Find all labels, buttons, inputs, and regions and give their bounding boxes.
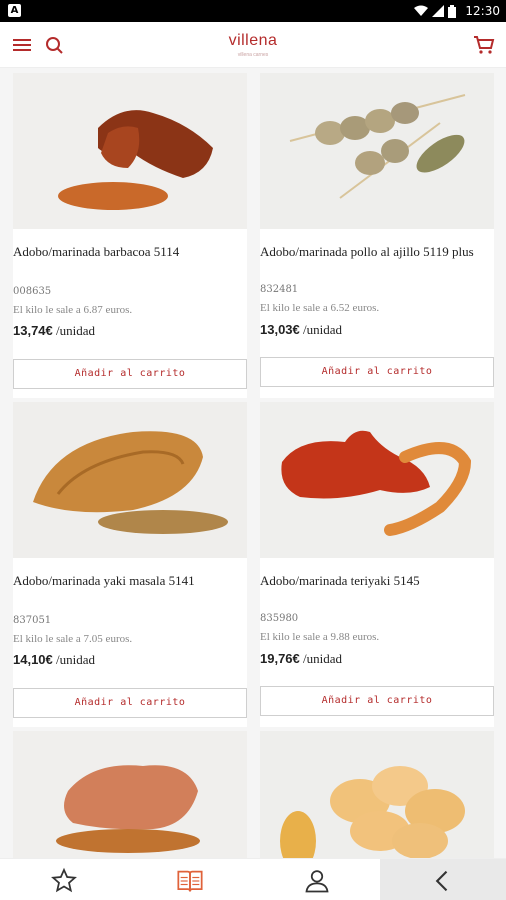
user-icon[interactable] <box>303 867 331 895</box>
price-value: 13,03€ <box>260 322 300 337</box>
signal-icon <box>432 5 444 17</box>
back-button[interactable] <box>380 859 506 900</box>
brand-logo[interactable]: villena <box>0 32 506 50</box>
product-image[interactable] <box>13 73 247 229</box>
price-unit: /unidad <box>303 651 343 666</box>
product-image[interactable] <box>260 402 494 558</box>
app-bar: villena villena carnes <box>0 22 506 68</box>
product-price: 19,76€ /unidad <box>260 651 342 667</box>
price-unit: /unidad <box>303 322 343 337</box>
product-grid: Adobo/marinada barbacoa 5114 008635 El k… <box>0 68 506 858</box>
price-per-kilo: El kilo le sale a 9.88 euros. <box>260 631 380 643</box>
system-icons <box>414 5 456 18</box>
wifi-icon <box>414 5 428 16</box>
price-value: 13,74€ <box>13 323 53 338</box>
notification-icon: A <box>8 4 21 17</box>
product-image[interactable] <box>13 731 247 858</box>
product-card[interactable]: Adobo/marinada yaki masala 5141 837051 E… <box>13 402 247 727</box>
star-icon[interactable] <box>50 867 78 895</box>
product-code: 832481 <box>260 284 299 295</box>
product-card[interactable]: Adobo/marinada pollo al ajillo 5119 plus… <box>260 73 494 398</box>
add-to-cart-button[interactable]: Añadir al carrito <box>260 357 494 387</box>
product-card[interactable]: Adobo/marinada barbacoa 5114 008635 El k… <box>13 73 247 398</box>
product-name[interactable]: Adobo/marinada teriyaki 5145 <box>260 572 490 589</box>
product-image[interactable] <box>13 402 247 558</box>
catalog-book-icon[interactable] <box>176 867 204 895</box>
product-card[interactable]: Adobo/marinada teriyaki 5145 835980 El k… <box>260 402 494 727</box>
product-price: 14,10€ /unidad <box>13 652 95 668</box>
brand-logo-subtitle: villena carnes <box>237 52 269 58</box>
product-code: 837051 <box>13 615 52 626</box>
product-code: 008635 <box>13 286 52 297</box>
add-to-cart-button[interactable]: Añadir al carrito <box>13 359 247 389</box>
price-value: 14,10€ <box>13 652 53 667</box>
price-unit: /unidad <box>56 652 96 667</box>
status-bar: A 12:30 <box>0 0 506 22</box>
price-per-kilo: El kilo le sale a 6.87 euros. <box>13 304 133 316</box>
product-card[interactable] <box>13 731 247 858</box>
product-image[interactable] <box>260 73 494 229</box>
product-name[interactable]: Adobo/marinada yaki masala 5141 <box>13 572 243 589</box>
price-per-kilo: El kilo le sale a 6.52 euros. <box>260 302 380 314</box>
back-chevron-icon <box>435 870 448 892</box>
price-unit: /unidad <box>56 323 96 338</box>
product-name[interactable]: Adobo/marinada pollo al ajillo 5119 plus <box>260 243 490 260</box>
product-name[interactable]: Adobo/marinada barbacoa 5114 <box>13 243 243 260</box>
clock: 12:30 <box>465 4 500 18</box>
product-image[interactable] <box>260 731 494 858</box>
battery-icon <box>448 5 456 18</box>
product-card[interactable] <box>260 731 494 858</box>
bottom-navigation <box>0 858 506 900</box>
price-per-kilo: El kilo le sale a 7.05 euros. <box>13 633 133 645</box>
product-price: 13,03€ /unidad <box>260 322 342 338</box>
add-to-cart-button[interactable]: Añadir al carrito <box>13 688 247 718</box>
product-price: 13,74€ /unidad <box>13 323 95 339</box>
cart-icon[interactable] <box>472 33 496 57</box>
price-value: 19,76€ <box>260 651 300 666</box>
product-code: 835980 <box>260 613 299 624</box>
add-to-cart-button[interactable]: Añadir al carrito <box>260 686 494 716</box>
